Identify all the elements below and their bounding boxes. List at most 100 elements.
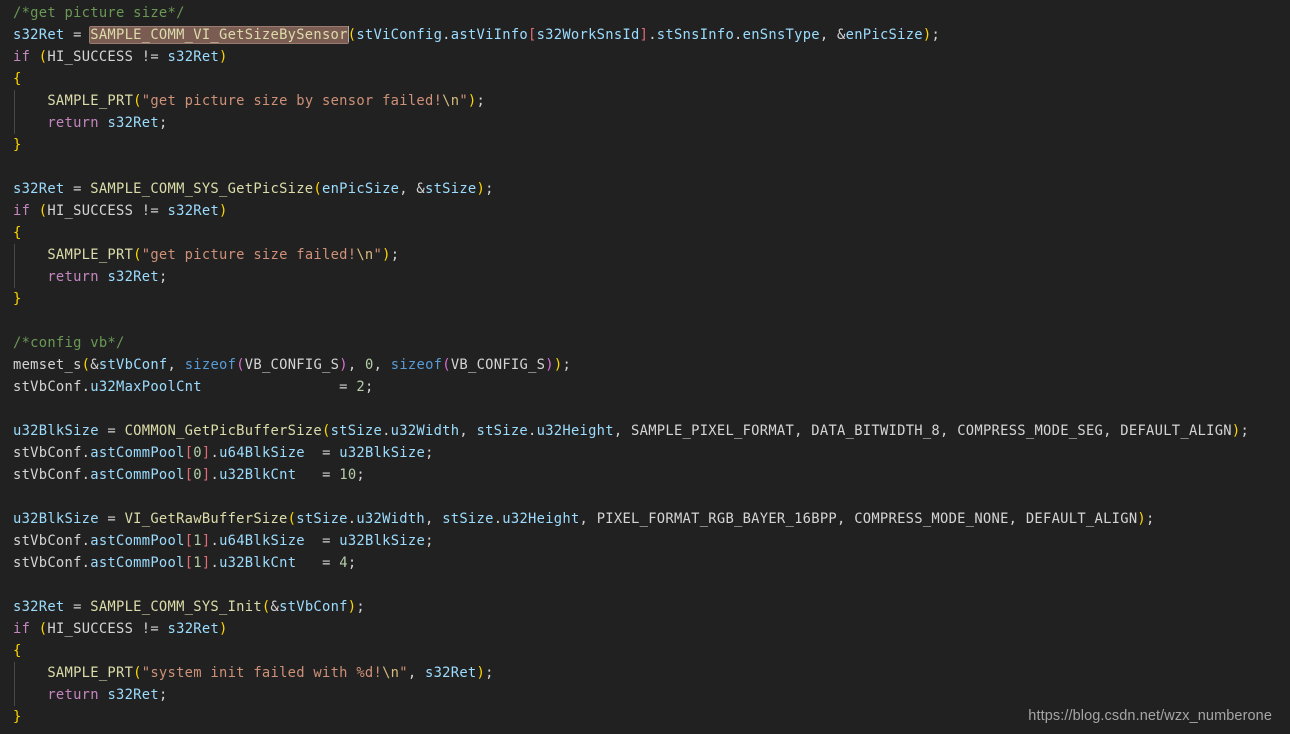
function-sample-prt: SAMPLE_PRT <box>47 93 134 109</box>
operator-assign: = <box>322 533 340 549</box>
dot-operator: . <box>210 555 220 571</box>
constant-hi-success: HI_SUCCESS <box>47 203 134 219</box>
keyword-return: return <box>47 269 99 285</box>
identifier-stsize: stSize <box>296 511 348 527</box>
comma: , <box>373 357 391 373</box>
member-astcommpool: astCommPool <box>90 445 185 461</box>
code-line[interactable]: stVbConf.u32MaxPoolCnt = 2; <box>0 376 1290 398</box>
comma: , <box>1103 423 1121 439</box>
code-line[interactable]: if (HI_SUCCESS != s32Ret) <box>0 618 1290 640</box>
comma: , <box>407 665 426 681</box>
code-line[interactable]: stVbConf.astCommPool[1].u64BlkSize = u32… <box>0 530 1290 552</box>
code-line[interactable] <box>0 310 1290 332</box>
code-line[interactable]: u32BlkSize = COMMON_GetPicBufferSize(stS… <box>0 420 1290 442</box>
paren-close: ) <box>476 665 486 681</box>
watermark-url: https://blog.csdn.net/wzx_numberone <box>1028 708 1272 724</box>
member-astcommpool: astCommPool <box>90 533 185 549</box>
semicolon: ; <box>158 115 168 131</box>
code-line[interactable]: s32Ret = SAMPLE_COMM_SYS_Init(&stVbConf)… <box>0 596 1290 618</box>
keyword-if: if <box>13 49 31 65</box>
code-line[interactable]: if (HI_SUCCESS != s32Ret) <box>0 200 1290 222</box>
dot-operator: . <box>81 533 91 549</box>
code-line[interactable]: return s32Ret; <box>0 112 1290 134</box>
operator-not-equal: != <box>133 203 168 219</box>
code-line[interactable] <box>0 574 1290 596</box>
code-line[interactable]: s32Ret = SAMPLE_COMM_SYS_GetPicSize(enPi… <box>0 178 1290 200</box>
identifier-s32ret: s32Ret <box>13 181 65 197</box>
code-line[interactable]: memset_s(&stVbConf, sizeof(VB_CONFIG_S),… <box>0 354 1290 376</box>
member-u32width: u32Width <box>390 423 460 439</box>
code-line[interactable]: } <box>0 288 1290 310</box>
index-1: 1 <box>193 555 202 571</box>
code-line[interactable]: stVbConf.astCommPool[0].u64BlkSize = u32… <box>0 442 1290 464</box>
comma: , <box>1008 511 1026 527</box>
alignment-space <box>296 555 322 571</box>
bracket-open: [ <box>528 27 537 43</box>
paren-open: ( <box>133 247 142 263</box>
code-line[interactable]: { <box>0 68 1290 90</box>
comma: , <box>613 423 632 439</box>
operator-assign: = <box>322 445 340 461</box>
code-line[interactable]: { <box>0 640 1290 662</box>
comma: , <box>940 423 958 439</box>
code-line[interactable]: return s32Ret; <box>0 684 1290 706</box>
brace-close: } <box>13 137 22 153</box>
identifier-s32ret: s32Ret <box>13 27 65 43</box>
function-common-getpicbuffersize: COMMON_GetPicBufferSize <box>124 423 322 439</box>
code-line[interactable] <box>0 398 1290 420</box>
identifier-u32blksize: u32BlkSize <box>339 445 426 461</box>
comma: , <box>347 357 365 373</box>
keyword-sizeof: sizeof <box>390 357 443 373</box>
operator-assign: = <box>339 379 357 395</box>
semicolon: ; <box>425 533 434 549</box>
comma: , <box>425 511 443 527</box>
number-4: 4 <box>339 555 348 571</box>
comma: , <box>794 423 812 439</box>
code-line[interactable] <box>0 156 1290 178</box>
member-astcommpool: astCommPool <box>90 467 185 483</box>
code-editor-pane[interactable]: /*get picture size*/ s32Ret = SAMPLE_COM… <box>0 0 1290 734</box>
dot-operator: . <box>81 379 91 395</box>
semicolon: ; <box>347 555 357 571</box>
string-literal-end: " <box>373 247 383 263</box>
code-line[interactable]: s32Ret = SAMPLE_COMM_VI_GetSizeBySensor(… <box>0 24 1290 46</box>
code-line[interactable]: /*get picture size*/ <box>0 2 1290 24</box>
code-line[interactable]: stVbConf.astCommPool[0].u32BlkCnt = 10; <box>0 464 1290 486</box>
selected-function-token[interactable]: SAMPLE_COMM_VI_GetSizeBySensor <box>90 27 348 43</box>
code-line[interactable]: return s32Ret; <box>0 266 1290 288</box>
code-line[interactable]: SAMPLE_PRT("system init failed with %d!\… <box>0 662 1290 684</box>
code-line[interactable]: { <box>0 222 1290 244</box>
code-line[interactable] <box>0 486 1290 508</box>
code-line[interactable]: SAMPLE_PRT("get picture size failed!\n")… <box>0 244 1290 266</box>
keyword-return: return <box>47 115 99 131</box>
dot-operator: . <box>528 423 537 439</box>
semicolon: ; <box>390 247 400 263</box>
code-line[interactable]: /*config vb*/ <box>0 332 1290 354</box>
identifier-s32ret: s32Ret <box>425 665 477 681</box>
operator-assign: = <box>98 423 125 439</box>
string-literal: "get picture size by sensor failed! <box>141 93 443 109</box>
constant-compress-mode-seg: COMPRESS_MODE_SEG <box>957 423 1104 439</box>
constant-default-align: DEFAULT_ALIGN <box>1025 511 1138 527</box>
member-u32width: u32Width <box>356 511 426 527</box>
index-1: 1 <box>193 533 202 549</box>
brace-open: { <box>13 643 22 659</box>
dot-operator: . <box>81 445 91 461</box>
member-u64blksize: u64BlkSize <box>219 533 305 549</box>
paren-open: ( <box>313 181 322 197</box>
paren-open: ( <box>133 93 142 109</box>
paren-close: ) <box>382 247 391 263</box>
dot-operator: . <box>210 467 220 483</box>
code-line[interactable]: SAMPLE_PRT("get picture size by sensor f… <box>0 90 1290 112</box>
code-line[interactable]: } <box>0 134 1290 156</box>
code-line[interactable]: stVbConf.astCommPool[1].u32BlkCnt = 4; <box>0 552 1290 574</box>
code-line[interactable]: u32BlkSize = VI_GetRawBufferSize(stSize.… <box>0 508 1290 530</box>
string-literal: "system init failed with %d! <box>141 665 383 681</box>
identifier-s32ret: s32Ret <box>107 269 159 285</box>
type-vb-config-s: VB_CONFIG_S <box>450 357 546 373</box>
paren-close: ) <box>545 357 554 373</box>
code-line[interactable]: if (HI_SUCCESS != s32Ret) <box>0 46 1290 68</box>
